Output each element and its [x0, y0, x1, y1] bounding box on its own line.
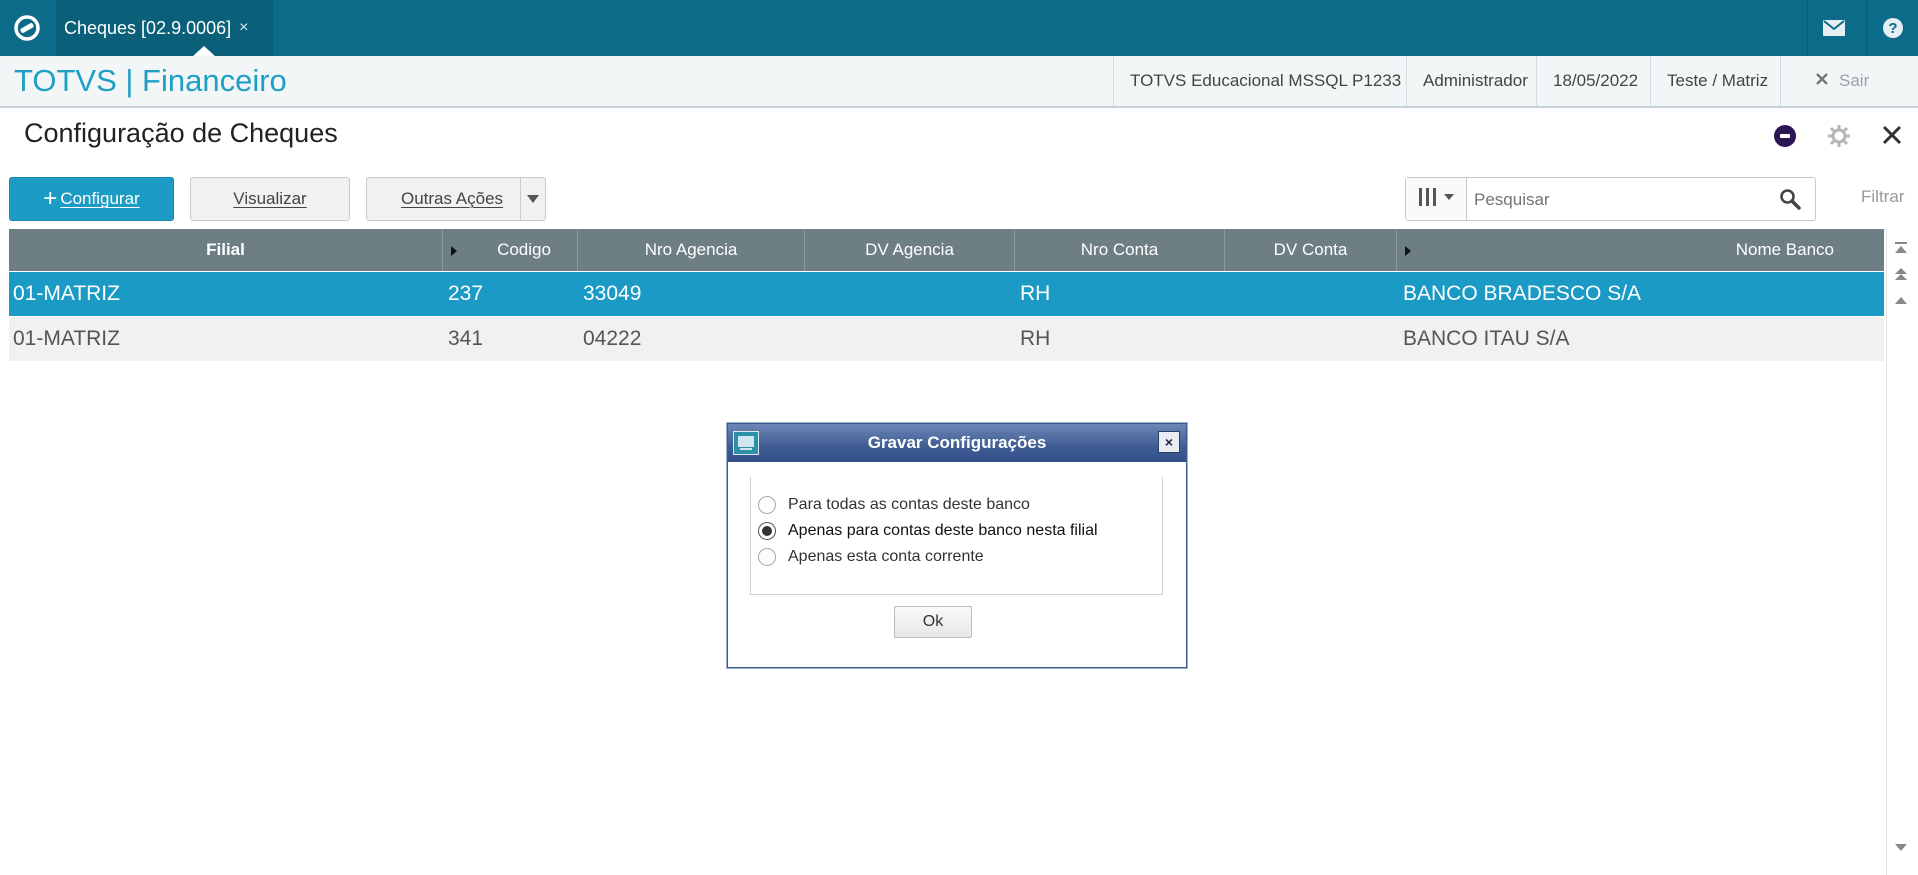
plus-icon: +	[43, 185, 58, 212]
scroll-top-icon[interactable]	[1894, 241, 1908, 255]
user-label: Administrador	[1406, 56, 1544, 106]
column-header-label: Nro Agencia	[644, 240, 738, 259]
column-header-label: Filial	[206, 240, 245, 259]
cell-nro-agencia: 33049	[583, 282, 642, 305]
tab-label: Cheques [02.9.0006]	[64, 17, 232, 38]
scroll-up-icon[interactable]	[1894, 293, 1908, 307]
column-header-nro-agencia[interactable]: Nro Agencia	[578, 229, 805, 271]
cell-nro-conta: RH	[1020, 327, 1051, 350]
configure-label: Configurar	[60, 189, 140, 208]
vertical-scrollbar[interactable]	[1886, 229, 1915, 875]
other-actions-button[interactable]: Outras Ações	[366, 177, 546, 221]
column-header-label: DV Conta	[1273, 240, 1348, 259]
radio-option-all-accounts[interactable]: Para todas as contas deste banco	[758, 496, 1030, 514]
totvs-logo-icon[interactable]	[12, 13, 42, 43]
column-header-codigo[interactable]: Codigo	[443, 229, 578, 271]
close-page-icon[interactable]	[1881, 124, 1903, 151]
cell-codigo: 341	[448, 327, 484, 350]
other-actions-label: Outras Ações	[401, 189, 504, 208]
dialog-title: Gravar Configurações	[867, 433, 1047, 452]
mail-icon[interactable]	[1807, 0, 1860, 56]
column-header-label: DV Agencia	[865, 240, 954, 259]
cell-filial: 01-MATRIZ	[13, 282, 120, 305]
cell-codigo: 237	[448, 282, 484, 305]
filter-link[interactable]: Filtrar	[1861, 187, 1904, 207]
sort-arrow-icon	[451, 246, 457, 256]
top-tab-bar: Cheques [02.9.0006] × ?	[0, 0, 1918, 56]
search-icon[interactable]	[1779, 188, 1801, 215]
table-row[interactable]: 01-MATRIZ 341 04222 RH BANCO ITAU S/A	[9, 317, 1884, 361]
environment-label: TOTVS Educacional MSSQL P1233	[1113, 56, 1417, 106]
active-tab-caret	[193, 46, 215, 56]
dialog-title-bar[interactable]: Gravar Configurações ×	[728, 424, 1186, 462]
date-label: 18/05/2022	[1536, 56, 1654, 106]
column-header-filial[interactable]: Filial	[9, 229, 443, 271]
page-title: Configuração de Cheques	[24, 118, 338, 148]
app-title: TOTVS | Financeiro	[14, 63, 287, 98]
column-header-nro-conta[interactable]: Nro Conta	[1015, 229, 1225, 271]
tab-close-icon[interactable]: ×	[239, 19, 248, 37]
view-button[interactable]: Visualizar	[190, 177, 350, 221]
table-row[interactable]: 01-MATRIZ 237 33049 RH BANCO BRADESCO S/…	[9, 272, 1884, 316]
radio-label: Para todas as contas deste banco	[788, 496, 1030, 513]
column-header-label: Codigo	[497, 240, 551, 259]
tab-cheques[interactable]: Cheques [02.9.0006] ×	[56, 0, 273, 56]
branch-label[interactable]: Teste / Matriz	[1650, 56, 1784, 106]
radio-label: Apenas esta conta corrente	[788, 548, 984, 565]
scroll-down-icon[interactable]	[1894, 841, 1908, 855]
scroll-page-up-icon[interactable]	[1894, 267, 1908, 281]
column-header-dv-agencia[interactable]: DV Agencia	[805, 229, 1015, 271]
search-input[interactable]	[1472, 184, 1766, 216]
cell-filial: 01-MATRIZ	[13, 327, 120, 350]
help-icon[interactable]: ?	[1866, 0, 1918, 56]
columns-selector-button[interactable]	[1406, 178, 1467, 220]
column-header-label: Nro Conta	[1080, 240, 1159, 259]
column-header-nome-banco[interactable]: Nome Banco	[1397, 229, 1884, 271]
logout-label: Sair	[1839, 71, 1870, 90]
cell-nome-banco: BANCO ITAU S/A	[1403, 327, 1570, 350]
sort-arrow-icon	[1405, 246, 1411, 256]
columns-icon	[1415, 187, 1457, 212]
radio-option-branch-accounts[interactable]: Apenas para contas deste banco nesta fil…	[758, 522, 1098, 540]
cell-nro-agencia: 04222	[583, 327, 642, 350]
column-header-dv-conta[interactable]: DV Conta	[1225, 229, 1397, 271]
search-box	[1405, 177, 1816, 221]
ok-button[interactable]: Ok	[894, 606, 972, 638]
svg-text:?: ?	[1888, 20, 1897, 37]
chevron-down-icon[interactable]	[520, 178, 545, 220]
configure-button[interactable]: + Configurar	[9, 177, 174, 221]
radio-button-checked[interactable]	[758, 522, 776, 540]
view-label: Visualizar	[233, 189, 307, 208]
save-settings-dialog: Gravar Configurações × Para todas as con…	[727, 423, 1187, 668]
radio-button[interactable]	[758, 548, 776, 566]
cell-nro-conta: RH	[1020, 282, 1051, 305]
gear-icon[interactable]	[1827, 124, 1851, 153]
column-header-label: Nome Banco	[1735, 240, 1834, 259]
app-header: TOTVS | Financeiro TOTVS Educacional MSS…	[0, 56, 1918, 108]
grid-header: Filial Codigo Nro Agencia DV Agencia Nro…	[9, 229, 1884, 271]
radio-label: Apenas para contas deste banco nesta fil…	[788, 522, 1098, 539]
logout-button[interactable]: Sair	[1780, 56, 1918, 106]
status-icon[interactable]	[1773, 124, 1797, 153]
close-icon	[1815, 71, 1829, 91]
cell-nome-banco: BANCO BRADESCO S/A	[1403, 282, 1642, 305]
dialog-close-icon[interactable]: ×	[1158, 431, 1180, 453]
window-app-icon	[733, 431, 759, 455]
radio-button[interactable]	[758, 496, 776, 514]
radio-option-this-account[interactable]: Apenas esta conta corrente	[758, 548, 984, 566]
